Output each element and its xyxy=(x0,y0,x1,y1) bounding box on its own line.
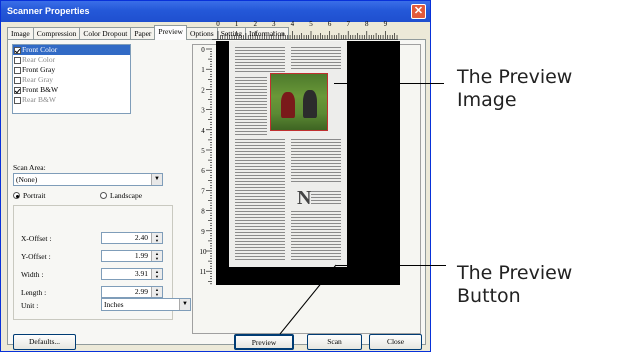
ruler-top-label: 9 xyxy=(384,20,388,28)
ruler-left-label: 5 xyxy=(201,147,205,155)
portrait-radio[interactable] xyxy=(13,192,20,199)
unit-dropdown[interactable]: Inches ▼ xyxy=(101,298,191,311)
scan-area-dropdown[interactable]: (None) ▼ xyxy=(13,173,163,186)
x-offset-input[interactable]: 2.40 ▲ ▼ xyxy=(101,232,163,244)
ruler-left-label: 0 xyxy=(201,46,205,54)
checkbox-rear-color[interactable] xyxy=(14,56,21,64)
scan-area-value: (None) xyxy=(16,175,38,184)
tab-preview[interactable]: Preview xyxy=(154,25,187,40)
ruler-top-label: 2 xyxy=(253,20,257,28)
chevron-down-icon[interactable]: ▼ xyxy=(179,299,190,310)
list-item-rear-bw[interactable]: Rear B&W xyxy=(13,95,130,105)
scanner-properties-window: Scanner Properties ✕ Image Compression C… xyxy=(0,0,431,352)
ruler-top-label: 1 xyxy=(235,20,239,28)
length-label: Length : xyxy=(21,288,47,297)
scan-area-label: Scan Area: xyxy=(13,163,46,172)
ruler-left-label: 9 xyxy=(201,228,205,236)
ruler-top-label: 3 xyxy=(272,20,276,28)
checkbox-rear-bw[interactable] xyxy=(14,96,21,104)
ruler-left-label: 4 xyxy=(201,127,205,135)
unit-label: Unit : xyxy=(21,301,39,310)
close-window-button[interactable]: ✕ xyxy=(411,4,426,19)
top-ruler: 0 1 2 3 4 5 6 7 8 9 xyxy=(212,20,398,40)
list-item-front-gray[interactable]: Front Gray xyxy=(13,65,130,75)
checkbox-rear-gray[interactable] xyxy=(14,76,21,84)
preview-image-callout: The Preview Image xyxy=(457,66,573,111)
close-button[interactable]: Close xyxy=(369,334,422,350)
preview-photo xyxy=(270,73,328,131)
ruler-left-label: 10 xyxy=(200,248,208,256)
preview-image-pointer-line xyxy=(334,83,444,84)
ruler-left-label: 11 xyxy=(200,268,207,276)
checkbox-front-gray[interactable] xyxy=(14,66,21,74)
preview-button-pointer-line xyxy=(336,265,446,266)
ruler-top-label: 6 xyxy=(328,20,332,28)
preview-button-pointer-diagonal xyxy=(279,264,337,335)
length-input[interactable]: 2.99 ▲ ▼ xyxy=(101,286,163,298)
list-item-rear-color[interactable]: Rear Color xyxy=(13,55,130,65)
unit-value: Inches xyxy=(104,300,124,309)
ruler-left-label: 8 xyxy=(201,208,205,216)
left-ruler: 0 1 2 3 4 5 6 7 8 9 10 11 xyxy=(200,46,212,285)
spinner-arrows-icon[interactable]: ▲ ▼ xyxy=(151,269,162,279)
width-input[interactable]: 3.91 ▲ ▼ xyxy=(101,268,163,280)
ruler-top-label: 0 xyxy=(216,20,220,28)
image-type-list: Front Color Rear Color Front Gray Rear G… xyxy=(12,44,131,114)
landscape-option[interactable]: Landscape xyxy=(100,191,142,200)
ruler-left-label: 7 xyxy=(201,187,205,195)
ruler-left-label: 2 xyxy=(201,86,205,94)
checkbox-front-color[interactable] xyxy=(14,46,21,54)
window-title: Scanner Properties xyxy=(7,6,90,16)
preview-button-callout: The Preview Button xyxy=(457,262,573,307)
x-offset-label: X-Offset : xyxy=(21,234,52,243)
ruler-left-label: 6 xyxy=(201,167,205,175)
landscape-radio[interactable] xyxy=(100,192,107,199)
landscape-label: Landscape xyxy=(110,191,143,200)
portrait-option[interactable]: Portrait xyxy=(13,191,46,200)
width-label: Width : xyxy=(21,270,44,279)
ruler-top-label: 5 xyxy=(309,20,313,28)
spinner-arrows-icon[interactable]: ▲ ▼ xyxy=(151,251,162,261)
list-item-rear-gray[interactable]: Rear Gray xyxy=(13,75,130,85)
checkbox-front-bw[interactable] xyxy=(14,86,21,94)
y-offset-input[interactable]: 1.99 ▲ ▼ xyxy=(101,250,163,262)
ruler-top-label: 4 xyxy=(291,20,295,28)
ruler-top-label: 7 xyxy=(346,20,350,28)
y-offset-label: Y-Offset : xyxy=(21,252,51,261)
list-item-front-bw[interactable]: Front B&W xyxy=(13,85,130,95)
ruler-left-label: 1 xyxy=(201,66,205,74)
chevron-down-icon[interactable]: ▼ xyxy=(151,174,162,185)
portrait-label: Portrait xyxy=(23,191,46,200)
spinner-arrows-icon[interactable]: ▲ ▼ xyxy=(151,233,162,243)
spinner-arrows-icon[interactable]: ▲ ▼ xyxy=(151,287,162,297)
ruler-left-label: 3 xyxy=(201,107,205,115)
preview-image: N xyxy=(229,41,347,267)
ruler-top-label: 8 xyxy=(365,20,369,28)
list-item-front-color[interactable]: Front Color xyxy=(13,45,130,55)
defaults-button[interactable]: Defaults... xyxy=(13,334,76,350)
